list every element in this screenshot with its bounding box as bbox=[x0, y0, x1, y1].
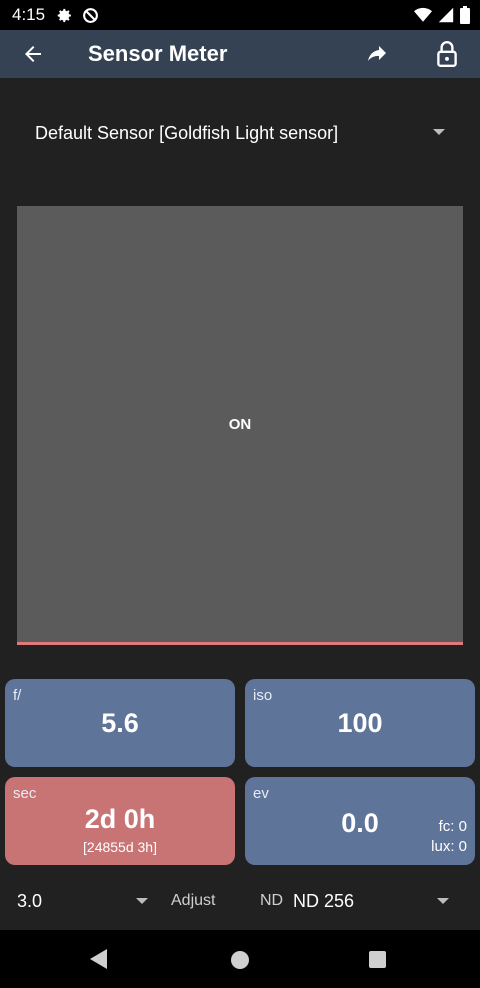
no-disturb-icon bbox=[81, 6, 99, 24]
stop-dropdown-value[interactable]: 3.0 bbox=[17, 891, 42, 912]
signal-icon bbox=[438, 7, 454, 23]
shutter-value: 2d 0h bbox=[84, 804, 156, 834]
aperture-card[interactable]: f/ 5.6 bbox=[5, 679, 235, 767]
shutter-label: sec bbox=[13, 785, 37, 802]
iso-label: iso bbox=[253, 687, 273, 704]
page-title: Sensor Meter bbox=[88, 41, 228, 66]
nav-home-icon[interactable] bbox=[231, 951, 249, 969]
adjust-label: Adjust bbox=[171, 892, 216, 909]
aperture-value: 5.6 bbox=[101, 708, 139, 738]
meter-toggle-panel[interactable]: ON bbox=[17, 206, 463, 645]
iso-card[interactable]: iso 100 bbox=[245, 679, 475, 767]
meter-state-label: ON bbox=[228, 415, 252, 433]
shutter-sub-value: [24855d 3h] bbox=[83, 839, 157, 855]
iso-value: 100 bbox=[337, 708, 383, 738]
status-time: 4:15 bbox=[12, 5, 46, 24]
nd-dropdown-value[interactable]: ND 256 bbox=[293, 891, 354, 912]
battery-icon bbox=[460, 6, 470, 24]
system-nav-bar bbox=[0, 930, 480, 988]
sensor-dropdown[interactable]: Default Sensor [Goldfish Light sensor] bbox=[20, 110, 460, 156]
lux-readout: lux: 0 bbox=[431, 838, 467, 855]
foot-candle-readout: fc: 0 bbox=[438, 818, 467, 835]
ev-card[interactable]: ev 0.0 fc: 0 lux: 0 bbox=[245, 777, 475, 865]
nav-recents-icon[interactable] bbox=[369, 951, 386, 968]
sensor-dropdown-value: Default Sensor [Goldfish Light sensor] bbox=[35, 122, 339, 143]
share-icon[interactable] bbox=[364, 42, 390, 66]
aperture-label: f/ bbox=[13, 687, 22, 704]
nd-label: ND bbox=[260, 892, 284, 909]
chevron-down-icon bbox=[433, 129, 445, 135]
wifi-icon bbox=[414, 7, 432, 23]
shutter-card[interactable]: sec 2d 0h [24855d 3h] bbox=[5, 777, 235, 865]
nav-back-icon[interactable] bbox=[90, 949, 107, 969]
lock-icon[interactable] bbox=[434, 40, 460, 68]
app-bar: Sensor Meter bbox=[0, 30, 480, 78]
nd-chevron-down-icon[interactable] bbox=[437, 898, 449, 904]
stop-chevron-down-icon[interactable] bbox=[136, 898, 148, 904]
gear-icon bbox=[55, 6, 73, 24]
status-bar: 4:15 bbox=[0, 0, 480, 30]
ev-label: ev bbox=[253, 785, 269, 802]
back-arrow-icon[interactable] bbox=[20, 42, 46, 66]
controls-row: 3.0 Adjust ND ND 256 bbox=[0, 880, 480, 922]
